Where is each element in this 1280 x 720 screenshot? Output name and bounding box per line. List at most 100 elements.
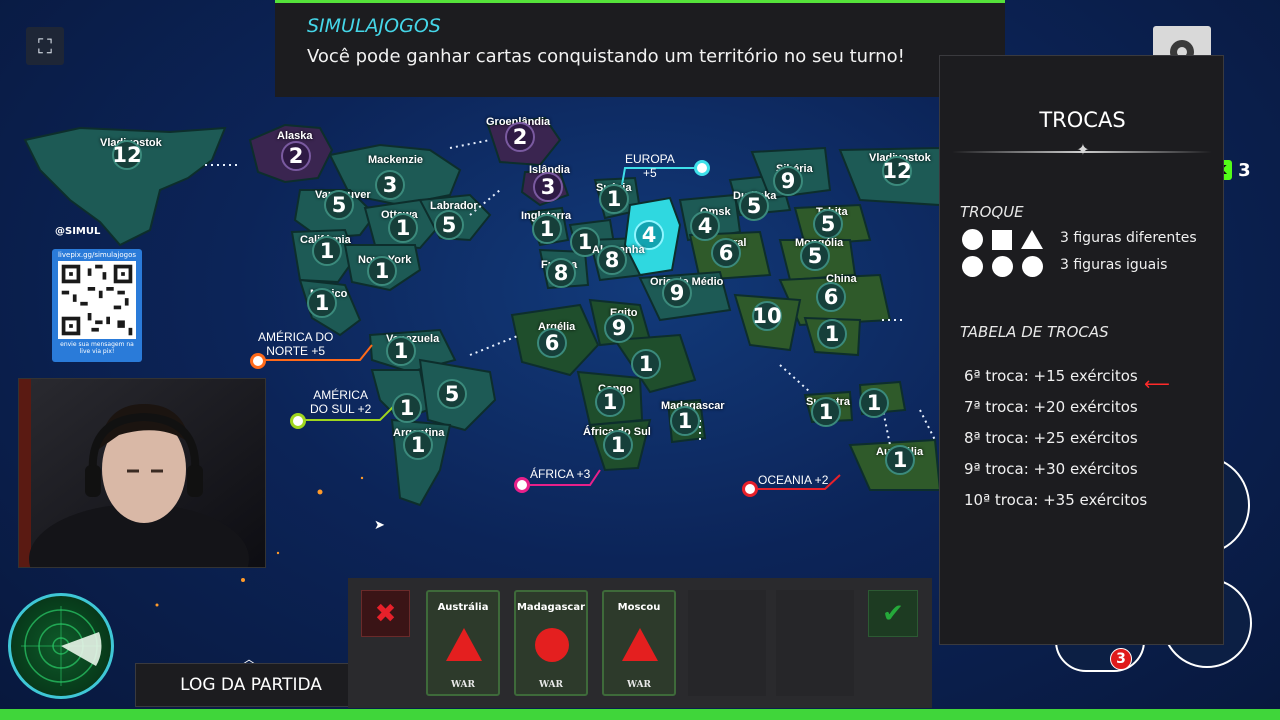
tip-banner: SIMULAJOGOS Você pode ganhar cartas conq… — [275, 0, 1005, 97]
territory-army-count[interactable]: 12 — [112, 140, 142, 170]
continent-name: AMÉRICA — [313, 388, 368, 402]
war-logo: WAR — [539, 680, 563, 690]
territory-army-count[interactable]: 10 — [752, 301, 782, 331]
card-territory-name: Austrália — [437, 602, 489, 613]
territory-army-count[interactable]: 5 — [813, 209, 843, 239]
troca-row: 8ª troca: +25 exércitos — [964, 429, 1138, 447]
continent-oceania-label: OCEANIA +2 — [758, 473, 828, 487]
qr-note: envie sua mensagem na live via pix! — [60, 341, 134, 355]
continent-america-norte-marker[interactable] — [250, 353, 266, 369]
territory-army-count[interactable]: 1 — [670, 406, 700, 436]
territory-army-count[interactable]: 1 — [599, 184, 629, 214]
territory-card[interactable]: Moscou WAR — [602, 590, 676, 696]
territory-army-count[interactable]: 3 — [533, 172, 563, 202]
pix-qr-box: livepix.gg/simulajogos envie sua mensage… — [52, 249, 142, 362]
bottom-progress-bar — [0, 709, 1280, 720]
territory-army-count[interactable]: 6 — [537, 328, 567, 358]
territory-army-count[interactable]: 8 — [546, 258, 576, 288]
triangle-shape-icon — [622, 628, 658, 661]
webcam-feed — [18, 378, 266, 568]
banner-title: SIMULAJOGOS — [307, 15, 441, 37]
banner-text: Você pode ganhar cartas conquistando um … — [307, 46, 905, 67]
continent-africa-marker[interactable] — [514, 477, 530, 493]
qr-code-icon — [58, 261, 136, 339]
war-logo: WAR — [627, 680, 651, 690]
troca-row: 10ª troca: +35 exércitos — [964, 491, 1148, 509]
territory-army-count[interactable]: 1 — [817, 319, 847, 349]
territory-card[interactable]: Madagascar WAR — [514, 590, 588, 696]
troca-row: 9ª troca: +30 exércitos — [964, 460, 1138, 478]
territory-army-count[interactable]: 1 — [603, 430, 633, 460]
continent-africa-label: ÁFRICA +3 — [530, 467, 590, 481]
circle-shape-icon — [534, 628, 569, 662]
social-handle: @SIMUL — [55, 226, 101, 237]
troca-row: 7ª troca: +20 exércitos — [964, 398, 1138, 416]
territory-army-count[interactable]: 6 — [816, 282, 846, 312]
territory-army-count[interactable]: 1 — [859, 388, 889, 418]
territory-army-count[interactable]: 1 — [595, 387, 625, 417]
triangle-shape-icon — [446, 628, 482, 661]
territory-army-count[interactable]: 1 — [312, 236, 342, 266]
log-da-partida-button[interactable]: LOG DA PARTIDA — [135, 663, 367, 707]
territory-army-count[interactable]: 2 — [505, 122, 535, 152]
close-icon: ✖ — [374, 598, 397, 629]
territory-army-count[interactable]: 4 — [690, 211, 720, 241]
territory-army-count[interactable]: 5 — [800, 241, 830, 271]
troca-row: 6ª troca: +15 exércitos — [964, 367, 1138, 385]
trocas-title: TROCAS — [1039, 108, 1126, 132]
war-logo: WAR — [451, 680, 475, 690]
territory-army-count[interactable]: 5 — [437, 379, 467, 409]
empty-card-slot — [688, 590, 766, 696]
circle-shape-icon — [962, 229, 983, 250]
territory-army-count[interactable]: 1 — [307, 288, 337, 318]
territory-army-count[interactable]: 5 — [324, 190, 354, 220]
territory-card[interactable]: Austrália WAR — [426, 590, 500, 696]
troque-title: TROQUE — [960, 203, 1024, 221]
territory-army-count[interactable]: 5 — [739, 191, 769, 221]
confirm-button[interactable]: ✔ — [868, 590, 918, 637]
territory-army-count[interactable]: 1 — [388, 213, 418, 243]
territory-army-count[interactable]: 6 — [711, 238, 741, 268]
continent-america-norte-label: AMÉRICA DO NORTE +5 — [258, 330, 333, 358]
territory-army-count[interactable]: 9 — [773, 166, 803, 196]
continent-name: OCEANIA +2 — [758, 473, 829, 487]
territory-army-count[interactable]: 5 — [434, 210, 464, 240]
radar-icon — [21, 606, 102, 686]
continent-name: EUROPA — [625, 152, 675, 166]
continent-name: ÁFRICA +3 — [530, 467, 591, 481]
territory-army-count[interactable]: 1 — [885, 445, 915, 475]
triangle-shape-icon — [1021, 230, 1043, 249]
territory-army-count[interactable]: 3 — [375, 170, 405, 200]
gear-icon — [1170, 40, 1194, 64]
continent-bonus: DO SUL +2 — [310, 402, 372, 416]
cancel-button[interactable]: ✖ — [361, 590, 410, 637]
continent-america-sul-label: AMÉRICA DO SUL +2 — [310, 388, 371, 416]
qr-url: livepix.gg/simulajogos — [57, 251, 137, 259]
continent-europa-marker[interactable] — [694, 160, 710, 176]
streamer-image — [19, 379, 265, 567]
territory-army-count[interactable]: 1 — [392, 393, 422, 423]
mouse-cursor-icon: ➤ — [374, 518, 385, 533]
shapes-different-row — [962, 229, 1043, 250]
empty-card-slot — [776, 590, 854, 696]
check-icon: ✔ — [882, 598, 904, 629]
territory-army-count[interactable]: 1 — [367, 256, 397, 286]
territory-army-count[interactable]: 1 — [532, 214, 562, 244]
territory-army-count[interactable]: 1 — [403, 430, 433, 460]
continent-america-sul-marker[interactable] — [290, 413, 306, 429]
continent-bonus: +5 — [643, 166, 657, 180]
territory-army-count[interactable]: 2 — [281, 141, 311, 171]
territory-army-count[interactable]: 12 — [882, 156, 912, 186]
card-tray: ✖ Austrália WAR Madagascar WAR Moscou WA… — [348, 578, 932, 708]
continent-oceania-marker[interactable] — [742, 481, 758, 497]
radar-widget — [8, 593, 114, 699]
territory-army-count[interactable]: 1 — [386, 336, 416, 366]
territory-army-count[interactable]: 1 — [811, 397, 841, 427]
fullscreen-button[interactable]: ⛶ — [26, 27, 64, 65]
territory-army-count[interactable]: 9 — [662, 278, 692, 308]
territory-army-count[interactable]: 9 — [604, 313, 634, 343]
territory-army-count[interactable]: 1 — [631, 349, 661, 379]
continent-europa-label: EUROPA +5 — [625, 152, 675, 180]
chevron-star-icon: ✦ — [1076, 140, 1090, 159]
territory-army-count[interactable]: 8 — [597, 245, 627, 275]
